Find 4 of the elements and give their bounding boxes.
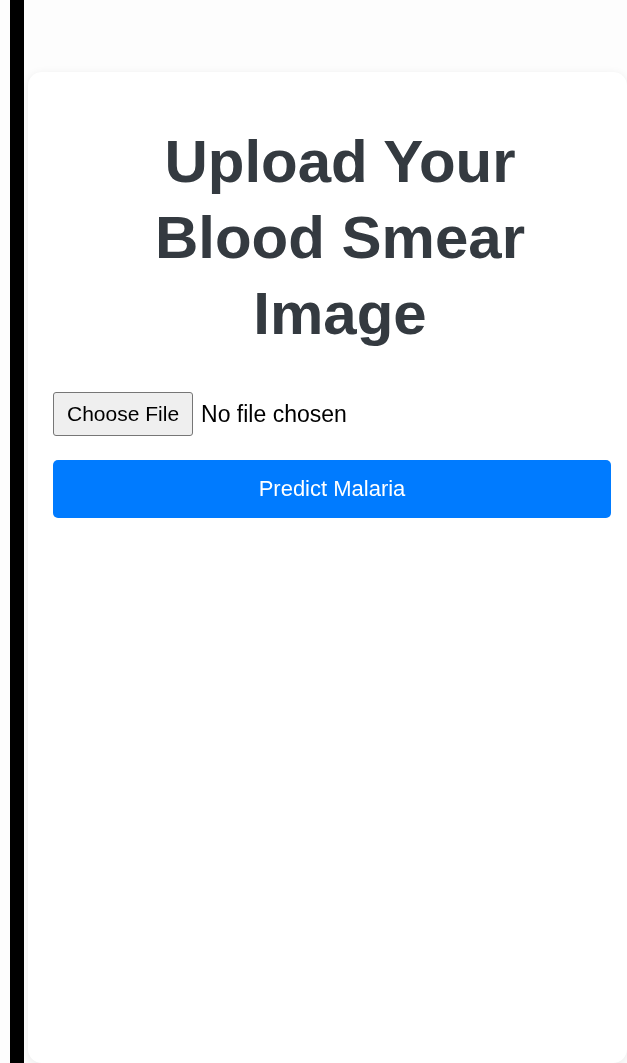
predict-button[interactable]: Predict Malaria (53, 460, 611, 518)
choose-file-button[interactable]: Choose File (53, 392, 194, 436)
file-status-text: No file chosen (201, 400, 347, 428)
page-heading: Upload Your Blood Smear Image (153, 127, 527, 349)
